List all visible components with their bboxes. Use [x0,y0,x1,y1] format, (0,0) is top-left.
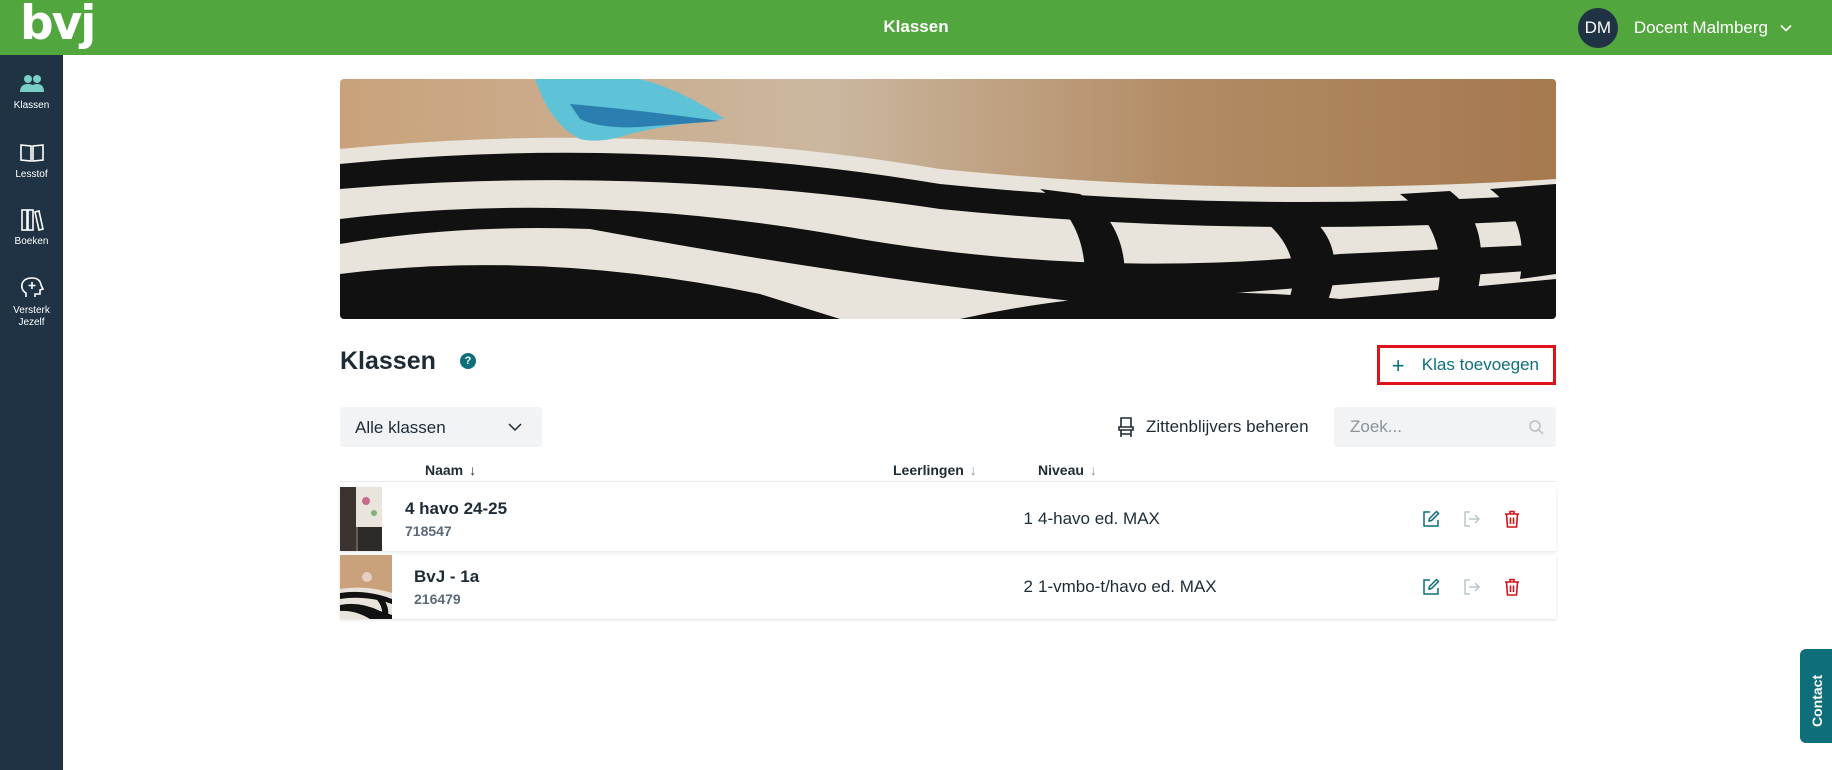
hero-banner [340,79,1556,319]
class-filter-select[interactable]: Alle klassen [340,407,542,447]
class-level: 4-havo ed. MAX [1038,509,1160,528]
table-row[interactable]: 4 havo 24-25 718547 1 4-havo ed. MAX [340,487,1556,551]
trash-icon[interactable] [1502,577,1522,597]
top-bar: bvj Klassen DM Docent Malmberg [0,0,1832,55]
sidebar-item-lesstof[interactable]: Lesstof [0,141,63,181]
title-row: Klassen ? + Klas toevoegen [340,345,1556,385]
sidebar-item-versterk-jezelf[interactable]: Versterk Jezelf [0,275,63,329]
table-header: Naam ↓ Leerlingen ↓ Niveau ↓ [340,460,1556,482]
sidebar-item-label: Lesstof [15,169,48,180]
trash-icon[interactable] [1502,509,1522,529]
column-name-header[interactable]: Naam ↓ [425,462,476,478]
sort-arrow-icon: ↓ [469,462,477,478]
page-title: Klassen [340,347,436,375]
edit-icon[interactable] [1421,509,1441,529]
class-thumbnail [340,487,382,551]
move-out-icon[interactable] [1462,577,1482,597]
sidebar-item-label: Versterk Jezelf [13,305,50,328]
column-students-label: Leerlingen [893,462,964,478]
table-row[interactable]: BvJ - 1a 216479 2 1-vmbo-t/havo ed. MAX [340,555,1556,619]
class-name[interactable]: BvJ - 1a [414,567,479,587]
move-out-icon[interactable] [1462,509,1482,529]
sidebar-item-klassen[interactable]: Klassen [0,72,63,112]
column-name-label: Naam [425,462,464,478]
books-icon [20,209,44,231]
book-open-icon [19,144,44,162]
user-name[interactable]: Docent Malmberg [1634,18,1768,38]
sort-arrow-icon: ↓ [969,462,977,478]
class-thumbnail [340,555,392,619]
contact-tab[interactable]: Contact [1800,649,1832,743]
search-icon[interactable] [1528,419,1544,435]
brain-plus-icon [20,277,44,297]
student-count: 1 [1023,509,1033,528]
manage-repeaters-label: Zittenblijvers beheren [1146,417,1309,436]
column-students-header[interactable]: Leerlingen ↓ [893,462,977,478]
class-level: 1-vmbo-t/havo ed. MAX [1038,577,1217,596]
class-code: 718547 [405,523,452,539]
column-level-header[interactable]: Niveau ↓ [1038,462,1097,478]
sidebar-item-label: Klassen [13,100,50,111]
sidebar: Klassen Lesstof Boeken Versterk Jezelf [0,55,63,770]
question-circle-icon[interactable]: ? [460,353,476,369]
student-count: 2 [1023,577,1033,596]
user-menu[interactable]: DM Docent Malmberg [1577,8,1792,48]
add-class-button[interactable]: + Klas toevoegen [1376,345,1556,385]
plus-icon: + [1391,353,1405,378]
sidebar-item-label: Boeken [14,236,49,247]
edit-icon[interactable] [1421,577,1441,597]
chevron-down-icon[interactable] [1780,22,1792,34]
page-heading: Klassen [883,17,949,36]
class-filter-value: Alle klassen [355,418,446,437]
column-level-label: Niveau [1038,462,1084,478]
contact-label: Contact [1809,674,1825,727]
class-name[interactable]: 4 havo 24-25 [405,499,507,519]
class-code: 216479 [414,591,461,607]
chevron-down-icon [508,423,522,432]
zebra-bird-image [340,79,1556,319]
avatar[interactable]: DM [1577,8,1618,48]
users-icon [19,75,44,92]
add-class-label: Klas toevoegen [1421,355,1539,374]
chair-icon [1118,417,1134,437]
sidebar-item-boeken[interactable]: Boeken [0,208,63,248]
search-input[interactable] [1334,407,1556,447]
sort-arrow-icon: ↓ [1089,462,1097,478]
manage-repeaters-button[interactable]: Zittenblijvers beheren [1116,407,1309,447]
